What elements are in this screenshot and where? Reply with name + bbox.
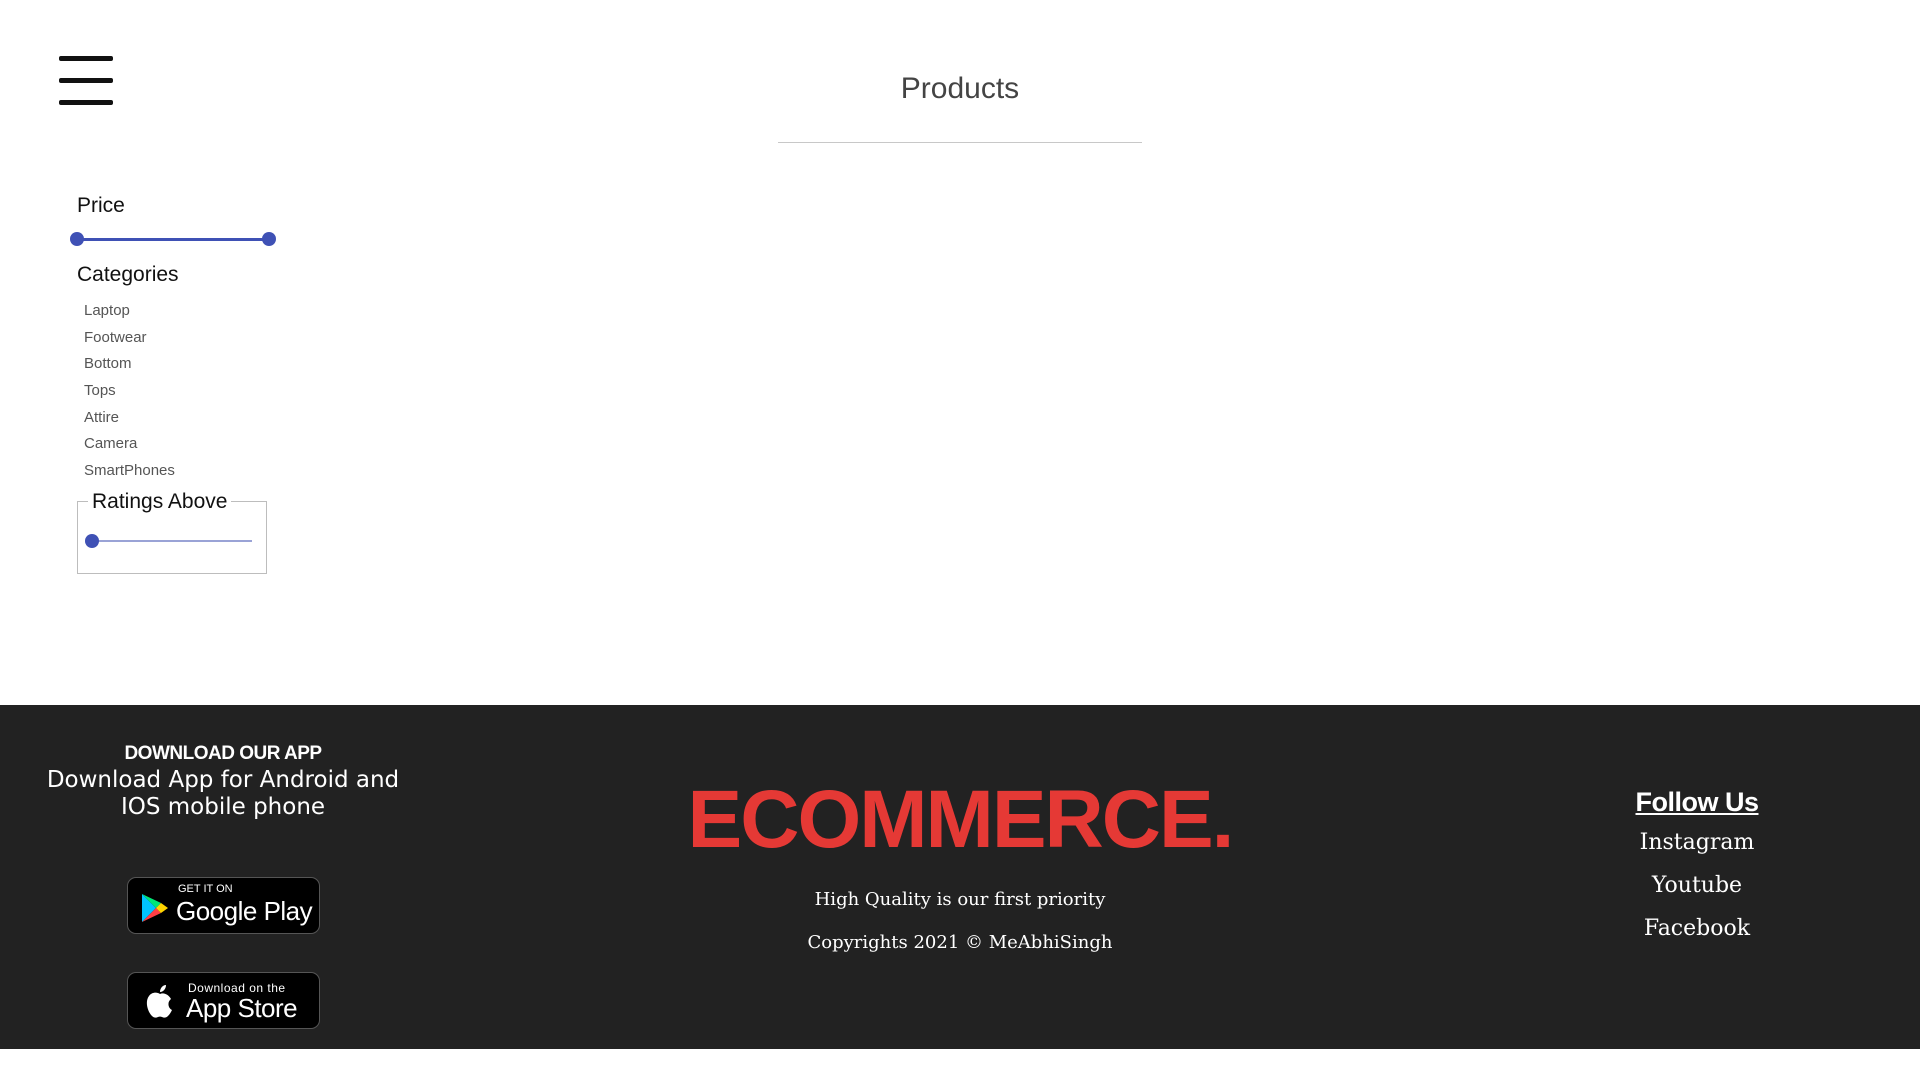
category-item-attire[interactable]: Attire bbox=[84, 405, 175, 432]
google-play-icon bbox=[142, 894, 168, 922]
youtube-link[interactable]: Youtube bbox=[1597, 873, 1797, 898]
download-app-title: DOWNLOAD OUR APP bbox=[124, 743, 322, 764]
ratings-slider-track[interactable] bbox=[92, 540, 252, 542]
google-play-button[interactable]: GET IT ON Google Play bbox=[127, 877, 320, 934]
app-store-button[interactable]: Download on the App Store bbox=[127, 972, 320, 1029]
apple-icon bbox=[146, 985, 172, 1018]
download-app-section: DOWNLOAD OUR APP Download App for Androi… bbox=[40, 743, 406, 1029]
category-list: Laptop Footwear Bottom Tops Attire Camer… bbox=[84, 298, 175, 485]
follow-us-section: Follow Us Instagram Youtube Facebook bbox=[1597, 787, 1797, 941]
footer: DOWNLOAD OUR APP Download App for Androi… bbox=[0, 705, 1920, 1049]
app-store-big-text: App Store bbox=[186, 993, 298, 1023]
facebook-link[interactable]: Facebook bbox=[1597, 916, 1797, 941]
category-item-footwear[interactable]: Footwear bbox=[84, 325, 175, 352]
price-filter-label: Price bbox=[77, 194, 125, 217]
category-item-smartphones[interactable]: SmartPhones bbox=[84, 458, 175, 485]
page-title: Products bbox=[778, 72, 1142, 143]
category-item-tops[interactable]: Tops bbox=[84, 378, 175, 405]
download-app-text: Download App for Android and IOS mobile … bbox=[46, 767, 400, 820]
copyright-text: Copyrights 2021 © MeAbhiSingh bbox=[807, 932, 1113, 953]
price-slider-min-thumb[interactable] bbox=[70, 232, 84, 246]
menu-bar bbox=[59, 56, 113, 61]
brand-name: ECOMMERCE. bbox=[687, 774, 1235, 865]
ratings-slider-thumb[interactable] bbox=[85, 534, 99, 548]
category-item-laptop[interactable]: Laptop bbox=[84, 298, 175, 325]
category-item-bottom[interactable]: Bottom bbox=[84, 351, 175, 378]
categories-label: Categories bbox=[77, 263, 179, 286]
brand-section: ECOMMERCE. High Quality is our first pri… bbox=[660, 774, 1260, 954]
category-item-camera[interactable]: Camera bbox=[84, 431, 175, 458]
brand-tagline: High Quality is our first priority bbox=[814, 889, 1106, 910]
price-slider-track[interactable] bbox=[76, 238, 270, 241]
ratings-filter-box: Ratings Above bbox=[77, 490, 267, 574]
instagram-link[interactable]: Instagram bbox=[1597, 830, 1797, 855]
google-play-small-text: GET IT ON bbox=[178, 883, 233, 895]
menu-bar bbox=[59, 78, 113, 83]
google-play-big-text: Google Play bbox=[176, 896, 313, 926]
ratings-filter-label: Ratings Above bbox=[88, 490, 232, 514]
page: Products Price Categories Laptop Footwea… bbox=[0, 0, 1920, 1080]
hamburger-menu-icon[interactable] bbox=[59, 55, 114, 107]
follow-us-title: Follow Us bbox=[1635, 787, 1760, 817]
menu-bar bbox=[59, 100, 113, 105]
price-slider-max-thumb[interactable] bbox=[262, 232, 276, 246]
